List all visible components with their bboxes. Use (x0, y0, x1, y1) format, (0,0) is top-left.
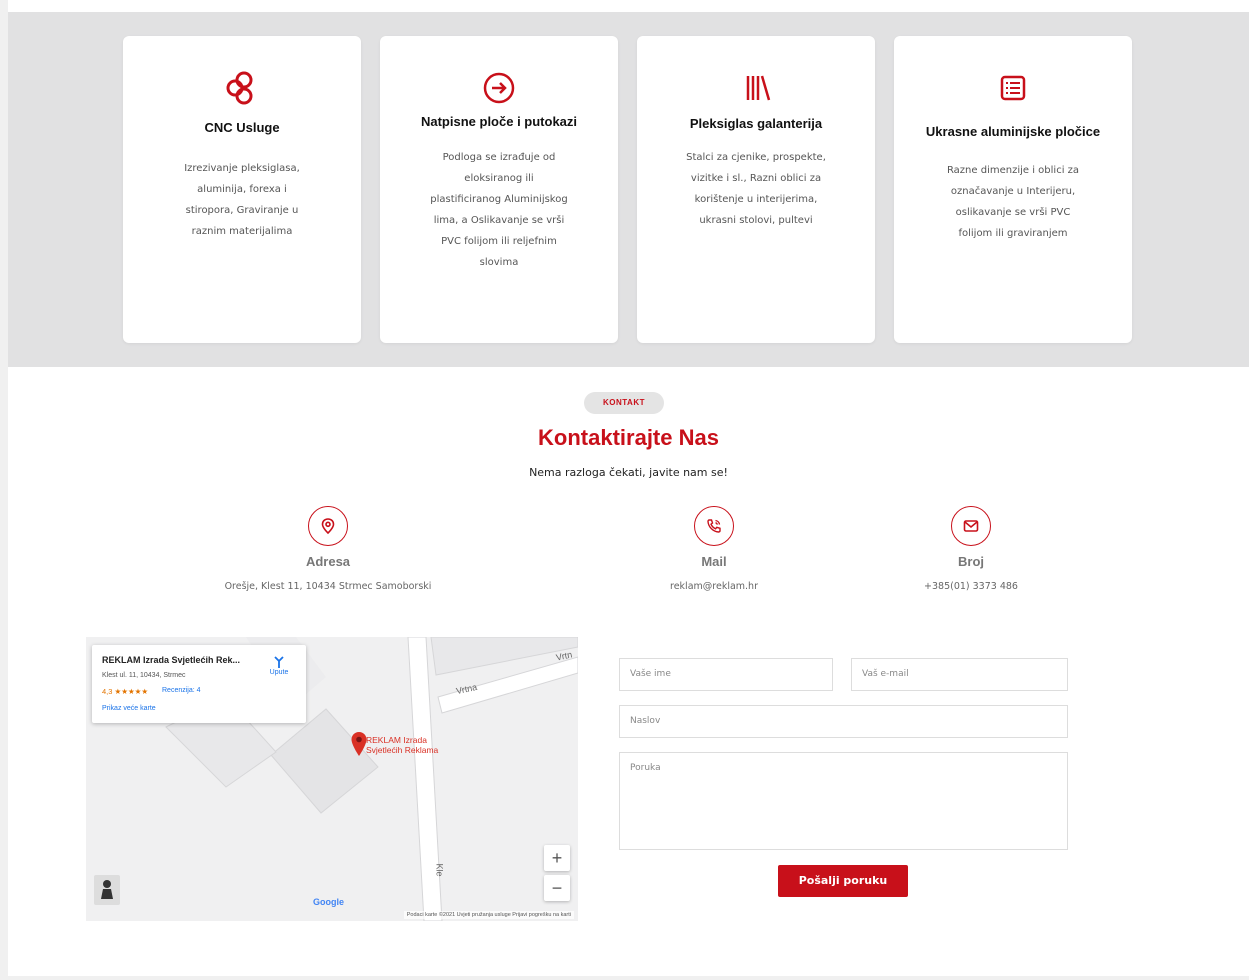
service-description: Stalci za cjenike, prospekte, vizitke i … (686, 152, 826, 226)
list-icon (1000, 75, 1026, 101)
services-section: CNC Usluge Izrezivanje pleksiglasa, alum… (8, 12, 1249, 367)
location-pin-icon (308, 506, 348, 546)
message-textarea[interactable]: Poruka (619, 752, 1068, 850)
cnc-icon (226, 71, 253, 105)
reviews-link[interactable]: Recenzija: 4 (162, 687, 201, 694)
service-title: Pleksiglas galanterija (689, 116, 823, 131)
section-badge: KONTAKT (584, 392, 664, 414)
phone-label: Broj (958, 554, 984, 569)
phone-value[interactable]: +385(01) 3373 486 (841, 581, 1101, 592)
service-title: CNC Usluge (204, 120, 280, 135)
email-input[interactable]: Vaš e-mail (851, 658, 1068, 691)
place-address: Klest ul. 11, 10434, Strmec (102, 672, 186, 679)
larger-map-link[interactable]: Prikaz veće karte (102, 705, 156, 712)
pin-label-line: Svjetlećih Reklama (366, 745, 439, 755)
phone-block: Broj +385(01) 3373 486 (841, 506, 1101, 592)
address-value: Orešje, Klest 11, 10434 Strmec Samoborsk… (224, 581, 432, 592)
service-title: Ukrasne aluminijske pločice (925, 124, 1101, 139)
directions-label: Upute (269, 669, 289, 676)
zoom-in-button[interactable]: + (544, 845, 570, 871)
send-message-button[interactable]: Pošalji poruku (778, 865, 908, 897)
name-input[interactable]: Vaše ime (619, 658, 833, 691)
pin-label-line: REKLAM Izrada (366, 735, 427, 745)
google-logo: Google (313, 897, 344, 907)
address-label: Adresa (305, 554, 351, 569)
map-embed[interactable]: REKLAM Izrada Svjetlećih Rek... Klest ul… (86, 637, 578, 921)
place-name: REKLAM Izrada Svjetlećih Rek... (102, 655, 241, 665)
service-card-plexiglass: Pleksiglas galanterija Stalci za cjenike… (637, 36, 875, 343)
service-description: Razne dimenzije i oblici za označavanje … (946, 165, 1080, 239)
mail-label: Mail (701, 554, 727, 569)
phone-icon (694, 506, 734, 546)
service-card-cnc: CNC Usluge Izrezivanje pleksiglasa, alum… (123, 36, 361, 343)
directions-button[interactable]: Upute (264, 655, 294, 676)
service-card-aluminium: Ukrasne aluminijske pločice Razne dimenz… (894, 36, 1132, 343)
envelope-icon (951, 506, 991, 546)
map-footer[interactable]: Podaci karte ©2021 Uvjeti pružanja uslug… (403, 911, 574, 919)
street-view-icon[interactable] (94, 875, 120, 905)
place-card: REKLAM Izrada Svjetlećih Rek... Klest ul… (92, 645, 306, 723)
mail-block: Mail reklam@reklam.hr (584, 506, 844, 592)
directions-icon (274, 656, 284, 668)
service-card-signs: Natpisne ploče i putokazi Podloga se izr… (380, 36, 618, 343)
service-description: Izrezivanje pleksiglasa, aluminija, fore… (184, 163, 300, 237)
contact-title: Kontaktirajte Nas (538, 425, 719, 450)
service-title: Natpisne ploče i putokazi (420, 114, 578, 129)
arrow-circle-icon (483, 72, 515, 104)
mail-value[interactable]: reklam@reklam.hr (584, 581, 844, 592)
place-rating: 4,3 ★★★★★ (102, 687, 149, 696)
page: CNC Usluge Izrezivanje pleksiglasa, alum… (8, 0, 1249, 976)
street-label: Kle (434, 863, 445, 877)
zoom-out-button[interactable]: − (544, 875, 570, 901)
address-block: Adresa Orešje, Klest 11, 10434 Strmec Sa… (198, 506, 458, 592)
service-description: Podloga se izrađuje od eloksiranog ili p… (430, 152, 568, 268)
library-icon (746, 75, 771, 101)
subject-input[interactable]: Naslov (619, 705, 1068, 738)
contact-subtitle: Nema razloga čekati, javite nam se! (529, 466, 728, 479)
pin-label: REKLAM Izrada Svjetlećih Reklama (366, 735, 438, 755)
